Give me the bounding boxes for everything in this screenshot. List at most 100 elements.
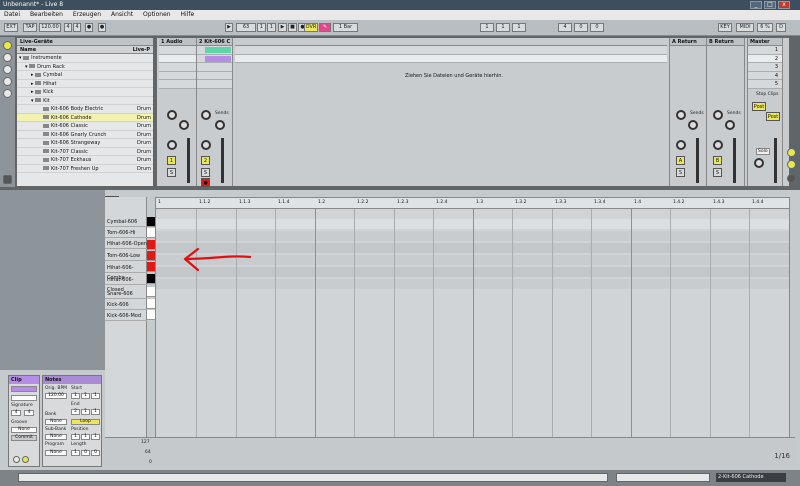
file-browser-1-icon[interactable] [3, 65, 12, 74]
length-bar[interactable]: 1 [71, 450, 80, 456]
loop-start-3[interactable]: 1 [512, 23, 526, 32]
file-browser-3-icon[interactable] [3, 89, 12, 98]
return-activator-button[interactable]: B [713, 156, 722, 165]
clip-activator-icon[interactable] [13, 456, 20, 463]
key-pad-red[interactable] [147, 262, 155, 272]
send-a-knob[interactable] [676, 110, 686, 120]
menu-datei[interactable]: Datei [4, 11, 20, 18]
volume-fader[interactable] [187, 138, 190, 183]
list-item[interactable]: Kit-606 Strangeway Drum [17, 139, 153, 148]
track-activator-button[interactable]: 1 [167, 156, 176, 165]
start-beat[interactable]: 1 [81, 393, 90, 399]
solo-button[interactable]: S [676, 168, 685, 177]
signature-numerator[interactable]: 4 [64, 23, 72, 32]
position-bar[interactable]: 1 [71, 434, 80, 440]
clip-color-field[interactable] [11, 395, 37, 401]
loop-length-2[interactable]: 0 [574, 23, 588, 32]
arm-button[interactable]: ● [201, 178, 210, 187]
length-sixteenth[interactable]: 0 [91, 450, 100, 456]
key-map-button[interactable]: KEY [718, 23, 732, 32]
mixer-toggle-icon[interactable] [787, 174, 796, 183]
clip-launch-icon[interactable] [22, 456, 29, 463]
loop-start-2[interactable]: 1 [496, 23, 510, 32]
pan-knob[interactable] [713, 140, 723, 150]
scene-launch[interactable]: 3 [748, 63, 782, 72]
metronome-icon[interactable]: ● [85, 23, 93, 32]
commit-button[interactable]: Commit [11, 435, 37, 441]
io-toggle-icon[interactable] [787, 148, 796, 157]
menu-hilfe[interactable]: Hilfe [181, 11, 195, 18]
list-item[interactable]: ▸ Kick [17, 88, 153, 97]
drum-row-label[interactable]: Snare-606 [105, 289, 147, 299]
sub-position[interactable]: 1 [267, 23, 276, 32]
master-pan-knob[interactable] [754, 158, 764, 168]
scene-launch[interactable]: 1 [748, 46, 782, 55]
pan-knob[interactable] [167, 140, 177, 150]
send-a-knob[interactable] [713, 110, 723, 120]
clip-slot[interactable] [197, 80, 232, 89]
track-title[interactable]: 2 Kit-606 C [197, 38, 232, 46]
clip-green[interactable] [205, 47, 231, 53]
list-item[interactable]: Kit-606 Body Electric Drum [17, 105, 153, 114]
program-select[interactable]: None [45, 450, 67, 456]
maximize-button[interactable]: □ [764, 1, 776, 9]
groove-select[interactable]: None [11, 427, 37, 433]
ext-button[interactable]: EXT [4, 23, 18, 32]
notes-title[interactable]: Notes [43, 376, 101, 384]
loop-start-1[interactable]: 1 [480, 23, 494, 32]
bank-select[interactable]: None [45, 419, 67, 425]
clip-slot[interactable] [159, 71, 196, 80]
key-pad-red[interactable] [147, 240, 155, 250]
key-pad[interactable] [147, 287, 155, 297]
menu-ansicht[interactable]: Ansicht [111, 11, 133, 18]
pan-knob[interactable] [676, 140, 686, 150]
clip-purple[interactable] [205, 55, 231, 62]
clip-title[interactable]: Clip [9, 376, 39, 384]
end-sixteenth[interactable]: 1 [91, 409, 100, 415]
length-beat[interactable]: 0 [81, 450, 90, 456]
drop-area[interactable]: Ziehen Sie Dateien und Geräte hierhin. [235, 38, 667, 186]
end-beat[interactable]: 1 [81, 409, 90, 415]
send-b-knob[interactable] [688, 120, 698, 130]
tempo-field[interactable]: 120.00 [39, 23, 61, 32]
drum-row-label[interactable]: Tom-606-Low [105, 251, 147, 261]
list-item[interactable]: Kit-707 Classic Drum [17, 148, 153, 156]
drum-row-label[interactable]: Hihat-606-Closed [105, 275, 147, 293]
play-icon[interactable]: ▶ [278, 23, 287, 32]
key-pad[interactable] [147, 274, 155, 284]
clip-slot[interactable] [197, 71, 232, 80]
clip-slot[interactable] [159, 63, 196, 72]
draw-mode-icon[interactable]: ✎ [319, 23, 331, 32]
solo-button[interactable]: S [167, 168, 176, 177]
clip-name-field[interactable] [11, 386, 37, 392]
clip-slot[interactable] [197, 46, 232, 55]
list-item[interactable]: Kit-606 Gnarly Crunch Drum [17, 131, 153, 139]
solo-button[interactable]: S [201, 168, 210, 177]
scene-launch[interactable]: 2 [748, 54, 782, 63]
velocity-lane[interactable]: 127 64 0 [105, 437, 795, 465]
list-item[interactable]: ▸ Cymbal [17, 71, 153, 80]
clip-slot[interactable] [159, 46, 196, 55]
midi-map-button[interactable]: MIDI [736, 23, 754, 32]
list-item[interactable]: ▾ Drum Rack [17, 63, 153, 71]
drum-row-label[interactable]: Kick-606-Mod [105, 311, 147, 321]
column-type[interactable]: Live-P [133, 46, 150, 54]
send-b-knob[interactable] [215, 120, 225, 130]
key-pad[interactable] [147, 217, 155, 227]
loop-length-3[interactable]: 0 [590, 23, 604, 32]
column-name[interactable]: Name [20, 47, 36, 53]
quantization-menu[interactable]: 1 Bar [333, 23, 358, 32]
drum-row-label[interactable]: Cymbal-606 [105, 217, 147, 227]
drum-row-label[interactable]: Hihat-606-Open [105, 239, 147, 249]
beat-ruler[interactable]: 1 1.1.2 1.1.3 1.1.4 1.2 1.2.2 1.2.3 1.2.… [156, 198, 789, 209]
clip-sig-numerator[interactable]: 4 [11, 410, 21, 416]
return-title[interactable]: B Return [707, 38, 744, 46]
close-button[interactable]: x [778, 1, 790, 9]
bar-position[interactable]: 63 [236, 23, 256, 32]
file-browser-2-icon[interactable] [3, 77, 12, 86]
pan-knob[interactable] [201, 140, 211, 150]
clip-slot[interactable] [197, 63, 232, 72]
plugin-devices-icon[interactable] [3, 53, 12, 62]
sends-toggle-icon[interactable] [787, 160, 796, 169]
start-sixteenth[interactable]: 1 [91, 393, 100, 399]
